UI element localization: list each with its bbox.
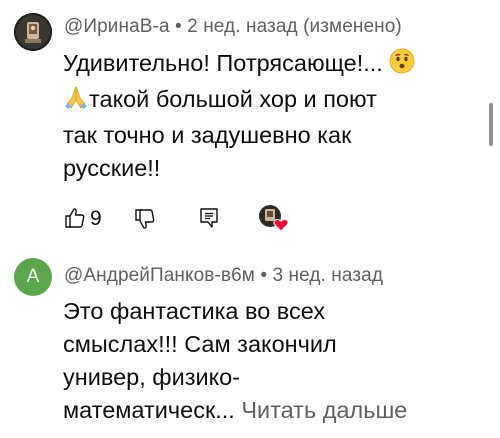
folded-hands-emoji <box>63 84 89 119</box>
icon-avatar-image <box>14 13 52 51</box>
heart-icon <box>273 219 289 232</box>
comment-text: Это фантастика во всех смыслах!!! Сам за… <box>63 295 407 427</box>
reply-icon <box>200 208 218 228</box>
hushed-face-emoji <box>389 48 415 83</box>
author-avatar[interactable]: А <box>14 258 52 296</box>
comment-meta: @ИринаВ-а • 2 нед. назад (изменено) <box>64 16 402 38</box>
creator-heart <box>257 204 289 232</box>
comment-meta: @АндрейПанков-в6м • 3 нед. назад <box>64 265 383 287</box>
dislike-button[interactable] <box>133 207 157 231</box>
comment-line-4: математическ... <box>63 397 235 423</box>
scrollbar-thumb[interactable] <box>489 103 493 146</box>
read-more-link[interactable]: Читать дальше <box>241 397 407 423</box>
author-avatar[interactable] <box>14 13 52 51</box>
comment-text: Удивительно! Потрясающе!... такой большо… <box>63 47 415 185</box>
like-count: 9 <box>90 207 102 230</box>
author-name[interactable]: @ИринаВ-а <box>64 16 170 37</box>
like-button[interactable] <box>63 206 87 230</box>
comment-line-1: Удивительно! Потрясающе!... <box>63 50 383 76</box>
author-name[interactable]: @АндрейПанков-в6м <box>64 265 255 286</box>
comment-line-3: универ, физико- <box>63 364 241 390</box>
timestamp: • 2 нед. назад (изменено) <box>169 16 402 37</box>
comment-line-2: смыслах!!! Сам закончил <box>63 331 337 357</box>
reply-button[interactable] <box>197 206 221 230</box>
comment-line-1: Это фантастика во всех <box>63 298 326 324</box>
comment-line-4: русские!! <box>63 155 161 181</box>
thumbs-up-icon <box>65 208 85 228</box>
comment-line-2: такой большой хор и поют <box>89 86 377 112</box>
avatar-letter: А <box>26 266 40 287</box>
timestamp: • 3 нед. назад <box>254 265 384 286</box>
thumbs-down-icon <box>135 209 155 229</box>
comment-line-3: так точно и задушевно как <box>63 122 352 148</box>
